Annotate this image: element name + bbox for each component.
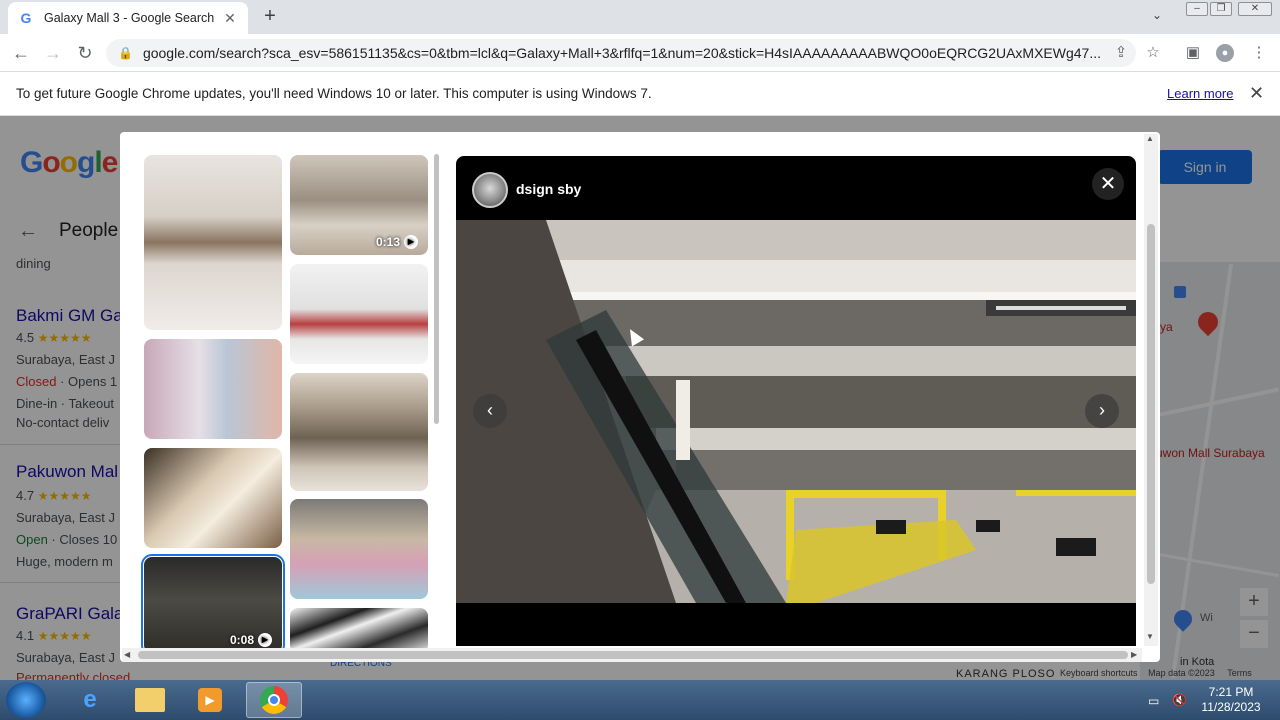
clock-time: 7:21 PM — [1208, 685, 1254, 699]
menu-kebab-icon[interactable]: ⋮ — [1250, 44, 1268, 62]
infobar-message: To get future Google Chrome updates, you… — [16, 86, 652, 101]
back-arrow-icon[interactable]: ← — [10, 42, 32, 64]
learn-more-link[interactable]: Learn more — [1167, 86, 1233, 101]
media-player-icon[interactable]: ▶ — [182, 682, 238, 718]
media-thumbnail[interactable] — [290, 264, 428, 364]
play-icon: ▶ — [258, 633, 272, 647]
scrollbar-thumb[interactable] — [1147, 224, 1155, 584]
next-arrow-icon[interactable]: › — [1085, 394, 1119, 428]
play-icon: ▶ — [198, 688, 222, 712]
restore-window-button[interactable]: ❐ — [1210, 2, 1232, 16]
new-tab-button[interactable]: + — [258, 5, 282, 29]
video-frame[interactable] — [456, 220, 1136, 603]
thumb-duration: 0:13 ▶ — [376, 235, 418, 249]
media-thumbnail[interactable] — [144, 339, 282, 439]
duration-text: 0:08 — [229, 633, 254, 647]
scrollbar-thumb[interactable] — [138, 651, 1128, 659]
media-thumbnail[interactable]: 0:13 ▶ — [290, 155, 428, 255]
address-bar[interactable]: 🔒 google.com/search?sca_esv=586151135&cs… — [106, 39, 1136, 67]
network-icon[interactable]: ▭ — [1148, 694, 1159, 708]
url-text: google.com/search?sca_esv=586151135&cs=0… — [142, 45, 1102, 61]
thumbnail-scrollbar[interactable] — [434, 154, 439, 424]
share-icon[interactable]: ⇪ — [1112, 44, 1130, 62]
google-favicon-icon: G — [20, 10, 32, 26]
browser-tab[interactable]: G Galaxy Mall 3 - Google Search ✕ — [8, 2, 248, 34]
chrome-taskbar-icon[interactable] — [246, 682, 302, 718]
clock-date: 11/28/2023 — [1201, 700, 1261, 714]
media-thumbnail-selected[interactable]: 0:08 ▶ — [141, 554, 285, 656]
system-clock[interactable]: 7:21 PM 11/28/2023 — [1196, 685, 1266, 715]
media-thumbnail[interactable] — [290, 373, 428, 491]
profile-avatar-icon[interactable]: ● — [1216, 44, 1234, 62]
bookmark-star-icon[interactable]: ☆ — [1144, 44, 1162, 62]
dialog-horizontal-scrollbar[interactable] — [122, 648, 1142, 662]
scroll-left-icon[interactable]: ◀ — [124, 650, 130, 659]
tab-title: Galaxy Mall 3 - Google Search — [44, 11, 215, 25]
internet-explorer-icon[interactable]: e — [62, 682, 118, 718]
video-letterbox — [456, 603, 1136, 646]
thumb-duration: 0:08 ▶ — [230, 633, 272, 647]
media-thumbnail[interactable] — [144, 155, 282, 330]
close-viewer-button[interactable]: ✕ — [1092, 168, 1124, 200]
forward-arrow-icon[interactable]: → — [42, 42, 64, 64]
volume-muted-icon[interactable]: 🔇 — [1172, 693, 1187, 707]
tab-search-chevron-icon[interactable]: ⌄ — [1152, 8, 1162, 22]
media-thumbnail[interactable] — [144, 448, 282, 548]
lock-icon[interactable]: 🔒 — [118, 46, 133, 60]
media-thumbnail[interactable] — [290, 608, 428, 653]
media-thumbnail[interactable] — [290, 499, 428, 599]
close-infobar-icon[interactable]: ✕ — [1249, 83, 1264, 104]
duration-text: 0:13 — [375, 235, 400, 249]
folder-icon — [135, 688, 165, 712]
chrome-logo-icon — [260, 686, 288, 714]
update-infobar: To get future Google Chrome updates, you… — [0, 72, 1280, 116]
file-explorer-icon[interactable] — [122, 682, 178, 718]
scroll-down-icon[interactable]: ▼ — [1146, 632, 1154, 641]
scroll-right-icon[interactable]: ▶ — [1131, 650, 1137, 659]
play-icon: ▶ — [404, 235, 418, 249]
avatar[interactable] — [472, 172, 508, 208]
reload-icon[interactable]: ↻ — [74, 42, 96, 64]
side-panel-icon[interactable]: ▣ — [1184, 44, 1202, 62]
close-tab-icon[interactable]: ✕ — [222, 10, 238, 27]
previous-arrow-icon[interactable]: ‹ — [473, 394, 507, 428]
dialog-vertical-scrollbar[interactable] — [1144, 134, 1158, 646]
scroll-up-icon[interactable]: ▲ — [1146, 134, 1154, 143]
start-button[interactable] — [6, 682, 46, 718]
chrome-center — [268, 694, 280, 706]
author-name[interactable]: dsign sby — [516, 181, 581, 197]
close-window-button[interactable]: ✕ — [1238, 2, 1272, 16]
minimize-window-button[interactable]: – — [1186, 2, 1208, 16]
